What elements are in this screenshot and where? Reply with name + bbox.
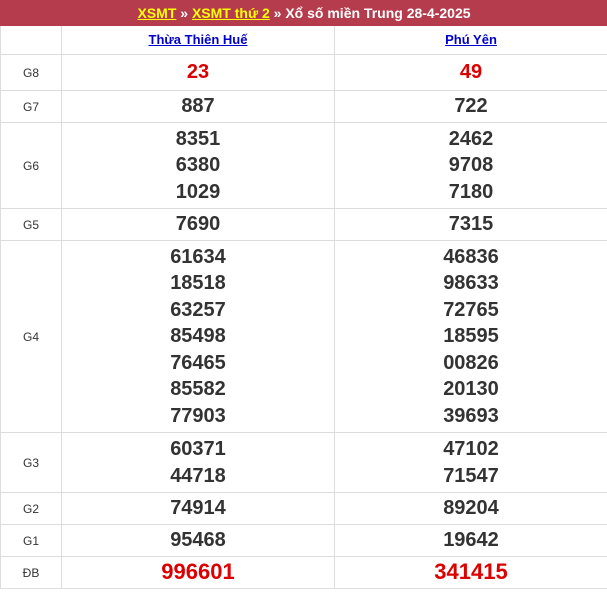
prize-cell: 23 — [61, 54, 335, 91]
prize-number: 49 — [459, 61, 483, 84]
prize-label: G6 — [0, 122, 62, 209]
prize-number: 39693 — [443, 404, 499, 427]
prize-number: 77903 — [170, 404, 226, 427]
prize-number: 00826 — [443, 351, 499, 374]
province-cell: Thừa Thiên Huế — [61, 25, 335, 55]
prize-number: 9708 — [448, 154, 494, 177]
prize-number: 89204 — [443, 497, 499, 520]
prize-cell: 49 — [334, 54, 607, 91]
prize-number: 887 — [181, 95, 215, 118]
prize-number: 19642 — [443, 529, 499, 552]
prize-cell: 996601 — [61, 556, 335, 589]
prize-number: 74914 — [170, 497, 226, 520]
prize-number: 18518 — [170, 272, 226, 295]
prize-number: 72765 — [443, 298, 499, 321]
prize-label: ĐB — [0, 556, 62, 589]
prize-label: G7 — [0, 90, 62, 123]
prize-number: 18595 — [443, 325, 499, 348]
prize-number: 8351 — [175, 127, 221, 150]
prize-label: G2 — [0, 492, 62, 525]
prize-number: 20130 — [443, 378, 499, 401]
prize-row: G6 8351 6380 1029 2462 9708 7180 — [0, 122, 607, 209]
prize-row: ĐB 996601 341415 — [0, 556, 607, 589]
prize-number: 95468 — [170, 529, 226, 552]
prize-number: 2462 — [448, 127, 494, 150]
prize-cell: 61634 18518 63257 85498 76465 85582 77903 — [61, 240, 335, 433]
prize-number: 76465 — [170, 351, 226, 374]
prize-row: G8 23 49 — [0, 54, 607, 91]
prize-number: 85582 — [170, 378, 226, 401]
empty-corner-cell — [0, 25, 62, 55]
results-table: XSMT » XSMT thứ 2 » Xổ số miền Trung 28-… — [0, 0, 607, 589]
prize-cell: 89204 — [334, 492, 607, 525]
prize-label: G3 — [0, 432, 62, 493]
province-cell: Phú Yên — [334, 25, 607, 55]
prize-cell: 19642 — [334, 524, 607, 557]
prize-number: 71547 — [443, 464, 499, 487]
prize-number: 46836 — [443, 245, 499, 268]
prize-cell: 60371 44718 — [61, 432, 335, 493]
prize-number: 23 — [186, 61, 210, 84]
prize-number: 6380 — [175, 154, 221, 177]
prize-cell: 341415 — [334, 556, 607, 589]
prize-label: G8 — [0, 54, 62, 91]
prize-cell: 722 — [334, 90, 607, 123]
prize-row: G4 61634 18518 63257 85498 76465 85582 77903 468… — [0, 240, 607, 433]
prize-cell: 8351 6380 1029 — [61, 122, 335, 209]
prize-row: G7 887 722 — [0, 90, 607, 123]
prize-number: 85498 — [170, 325, 226, 348]
province-row: Thừa Thiên Huế Phú Yên — [0, 25, 607, 55]
prize-number: 1029 — [175, 180, 221, 203]
prize-row: G3 60371 44718 47102 71547 — [0, 432, 607, 493]
prize-row: G1 95468 19642 — [0, 524, 607, 557]
prize-label: G4 — [0, 240, 62, 433]
prize-number: 63257 — [170, 298, 226, 321]
prize-cell: 2462 9708 7180 — [334, 122, 607, 209]
prize-row: G2 74914 89204 — [0, 492, 607, 525]
prize-cell: 7315 — [334, 208, 607, 241]
prize-row: G5 7690 7315 — [0, 208, 607, 241]
prize-number: 7315 — [448, 213, 494, 236]
prize-number: 7180 — [448, 180, 494, 203]
prize-cell: 47102 71547 — [334, 432, 607, 493]
prize-cell: 887 — [61, 90, 335, 123]
prize-number: 47102 — [443, 438, 499, 460]
prize-rows: G8 23 49 G7 887 722 G6 8351 6380 1029 2462 9708 7180… — [0, 54, 607, 589]
prize-cell: 95468 — [61, 524, 335, 557]
province-link-phu-yen[interactable]: Phú Yên — [445, 32, 497, 47]
header-row: XSMT » XSMT thứ 2 » Xổ số miền Trung 28-… — [0, 0, 607, 26]
prize-cell: 74914 — [61, 492, 335, 525]
prize-cell: 46836 98633 72765 18595 00826 20130 39693 — [334, 240, 607, 433]
province-link-thua-thien-hue[interactable]: Thừa Thiên Huế — [149, 32, 248, 47]
prize-number: 60371 — [170, 438, 226, 460]
prize-number: 98633 — [443, 272, 499, 295]
prize-number: 7690 — [175, 213, 221, 236]
xsmt-link[interactable]: XSMT — [137, 5, 176, 21]
prize-label: G1 — [0, 524, 62, 557]
prize-cell: 7690 — [61, 208, 335, 241]
page-title: Xổ số miền Trung 28-4-2025 — [285, 5, 471, 21]
prize-label: G5 — [0, 208, 62, 241]
breadcrumb-separator: » — [269, 5, 286, 21]
prize-number: 44718 — [170, 464, 226, 487]
xsmt-thu2-link[interactable]: XSMT thứ 2 — [192, 5, 270, 21]
prize-number: 996601 — [161, 559, 235, 585]
breadcrumb-separator: » — [176, 5, 192, 21]
prize-number: 341415 — [434, 559, 508, 585]
prize-number: 61634 — [170, 245, 226, 268]
breadcrumb: XSMT » XSMT thứ 2 » Xổ số miền Trung 28-… — [0, 0, 607, 26]
prize-number: 722 — [454, 95, 488, 118]
